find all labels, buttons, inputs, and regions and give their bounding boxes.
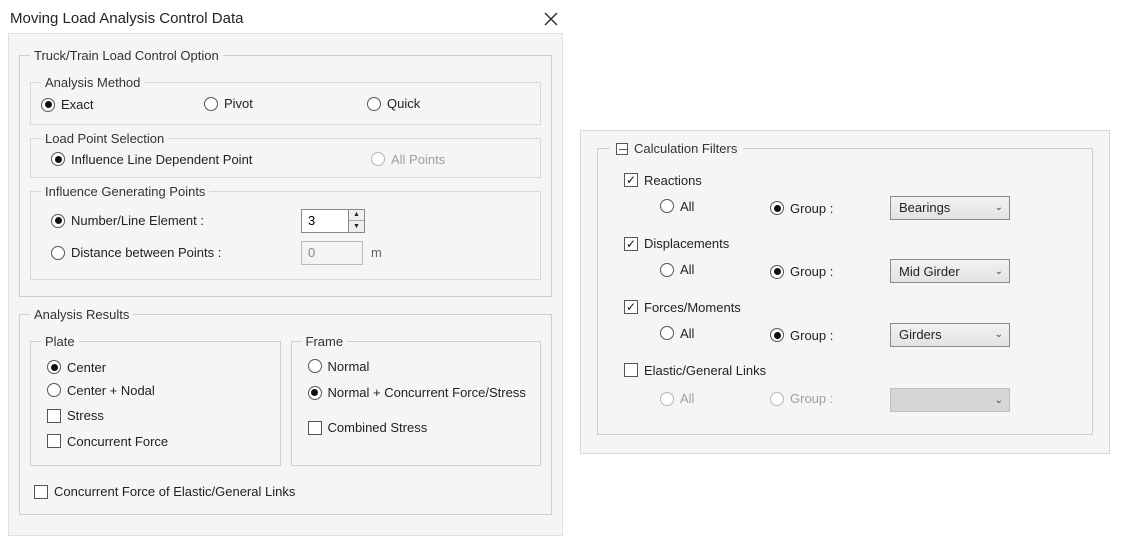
lps-influence-radio[interactable]: Influence Line Dependent Point: [51, 152, 331, 167]
igp-number-input[interactable]: [302, 210, 348, 232]
lps-allpoints-label: All Points: [391, 152, 445, 167]
influence-generating-points-group: Influence Generating Points Number/Line …: [30, 184, 541, 280]
dialog-header: Moving Load Analysis Control Data: [8, 8, 563, 33]
forces-group-combo[interactable]: Girders ⌄: [890, 323, 1010, 347]
concurrent-links-label: Concurrent Force of Elastic/General Link…: [54, 484, 295, 499]
displacements-all-radio[interactable]: All: [660, 262, 694, 277]
plate-legend: Plate: [41, 334, 79, 349]
elastic-checkbox[interactable]: Elastic/General Links: [624, 363, 766, 378]
elastic-label: Elastic/General Links: [644, 363, 766, 378]
frame-normal-conc-radio[interactable]: Normal + Concurrent Force/Stress: [308, 385, 526, 400]
igp-number-radio[interactable]: Number/Line Element :: [51, 213, 301, 228]
method-quick-label: Quick: [387, 96, 420, 111]
plate-center-radio[interactable]: Center: [47, 360, 106, 375]
displacements-all-label: All: [680, 262, 694, 277]
frame-group: Frame Normal Normal + Concurrent Force/S…: [291, 334, 542, 467]
calc-filters-legend-label: Calculation Filters: [634, 141, 737, 156]
spinner-up-icon[interactable]: ▲: [349, 210, 364, 222]
analysis-method-legend: Analysis Method: [41, 75, 144, 90]
chevron-down-icon: ⌄: [995, 329, 1003, 340]
dialog-title: Moving Load Analysis Control Data: [10, 10, 243, 27]
chevron-down-icon: ⌄: [995, 395, 1003, 406]
plate-center-nodal-label: Center + Nodal: [67, 383, 155, 398]
calculation-filters-panel: Calculation Filters Reactions All Group …: [580, 130, 1110, 454]
analysis-results-group: Analysis Results Plate Center Center + N…: [19, 307, 552, 515]
plate-group: Plate Center Center + Nodal Stress Concu…: [30, 334, 281, 467]
chevron-down-icon: ⌄: [995, 202, 1003, 213]
method-exact-label: Exact: [61, 97, 94, 112]
method-quick-radio[interactable]: Quick: [367, 96, 420, 111]
forces-group-value: Girders: [899, 327, 942, 342]
analysis-method-group: Analysis Method Exact Pivot Quick: [30, 75, 541, 125]
igp-distance-input: [301, 241, 363, 265]
elastic-group-radio: Group :: [770, 391, 833, 406]
calc-filters-legend-checkbox[interactable]: Calculation Filters: [610, 141, 743, 156]
frame-normal-label: Normal: [328, 359, 370, 374]
displacements-checkbox[interactable]: Displacements: [624, 236, 729, 251]
igp-distance-label: Distance between Points :: [71, 245, 221, 260]
analysis-results-legend: Analysis Results: [30, 307, 133, 322]
reactions-group-combo[interactable]: Bearings ⌄: [890, 196, 1010, 220]
elastic-all-label: All: [680, 391, 694, 406]
close-icon[interactable]: [543, 11, 559, 27]
displacements-group-label: Group :: [790, 264, 833, 279]
plate-center-nodal-radio[interactable]: Center + Nodal: [47, 383, 155, 398]
plate-stress-label: Stress: [67, 408, 104, 423]
igp-unit: m: [371, 245, 382, 260]
concurrent-links-checkbox[interactable]: Concurrent Force of Elastic/General Link…: [34, 484, 295, 499]
lps-allpoints-radio[interactable]: All Points: [371, 152, 445, 167]
frame-combined-checkbox[interactable]: Combined Stress: [308, 420, 428, 435]
tristate-icon: [616, 143, 628, 155]
truck-train-group: Truck/Train Load Control Option Analysis…: [19, 48, 552, 297]
elastic-all-radio: All: [660, 391, 694, 406]
frame-normal-radio[interactable]: Normal: [308, 359, 370, 374]
reactions-group-value: Bearings: [899, 200, 950, 215]
reactions-checkbox[interactable]: Reactions: [624, 173, 702, 188]
frame-normal-conc-label: Normal + Concurrent Force/Stress: [328, 385, 526, 400]
reactions-all-label: All: [680, 199, 694, 214]
reactions-group-radio[interactable]: Group :: [770, 201, 833, 216]
forces-group-label: Group :: [790, 328, 833, 343]
displacements-group-value: Mid Girder: [899, 264, 960, 279]
dialog-body: Truck/Train Load Control Option Analysis…: [8, 33, 563, 536]
displacements-group-radio[interactable]: Group :: [770, 264, 833, 279]
displacements-label: Displacements: [644, 236, 729, 251]
truck-train-legend: Truck/Train Load Control Option: [30, 48, 223, 63]
reactions-all-radio[interactable]: All: [660, 199, 694, 214]
method-pivot-radio[interactable]: Pivot: [204, 96, 253, 111]
elastic-group-combo: ⌄: [890, 388, 1010, 412]
reactions-group-label: Group :: [790, 201, 833, 216]
lps-legend: Load Point Selection: [41, 131, 168, 146]
frame-combined-label: Combined Stress: [328, 420, 428, 435]
method-pivot-label: Pivot: [224, 96, 253, 111]
load-point-selection-group: Load Point Selection Influence Line Depe…: [30, 131, 541, 178]
forces-label: Forces/Moments: [644, 300, 741, 315]
moving-load-dialog: Moving Load Analysis Control Data Truck/…: [8, 8, 563, 536]
plate-stress-checkbox[interactable]: Stress: [47, 408, 104, 423]
plate-center-label: Center: [67, 360, 106, 375]
plate-concurrent-label: Concurrent Force: [67, 434, 168, 449]
method-exact-radio[interactable]: Exact: [41, 97, 94, 112]
chevron-down-icon: ⌄: [995, 266, 1003, 277]
reactions-label: Reactions: [644, 173, 702, 188]
plate-concurrent-checkbox[interactable]: Concurrent Force: [47, 434, 168, 449]
elastic-group-label: Group :: [790, 391, 833, 406]
igp-number-label: Number/Line Element :: [71, 213, 204, 228]
displacements-group-combo[interactable]: Mid Girder ⌄: [890, 259, 1010, 283]
forces-checkbox[interactable]: Forces/Moments: [624, 300, 741, 315]
lps-influence-label: Influence Line Dependent Point: [71, 152, 252, 167]
spinner-down-icon[interactable]: ▼: [349, 221, 364, 232]
forces-all-radio[interactable]: All: [660, 326, 694, 341]
igp-distance-radio[interactable]: Distance between Points :: [51, 245, 301, 260]
forces-group-radio[interactable]: Group :: [770, 328, 833, 343]
forces-all-label: All: [680, 326, 694, 341]
igp-legend: Influence Generating Points: [41, 184, 209, 199]
frame-legend: Frame: [302, 334, 348, 349]
igp-number-spinner[interactable]: ▲ ▼: [301, 209, 365, 233]
